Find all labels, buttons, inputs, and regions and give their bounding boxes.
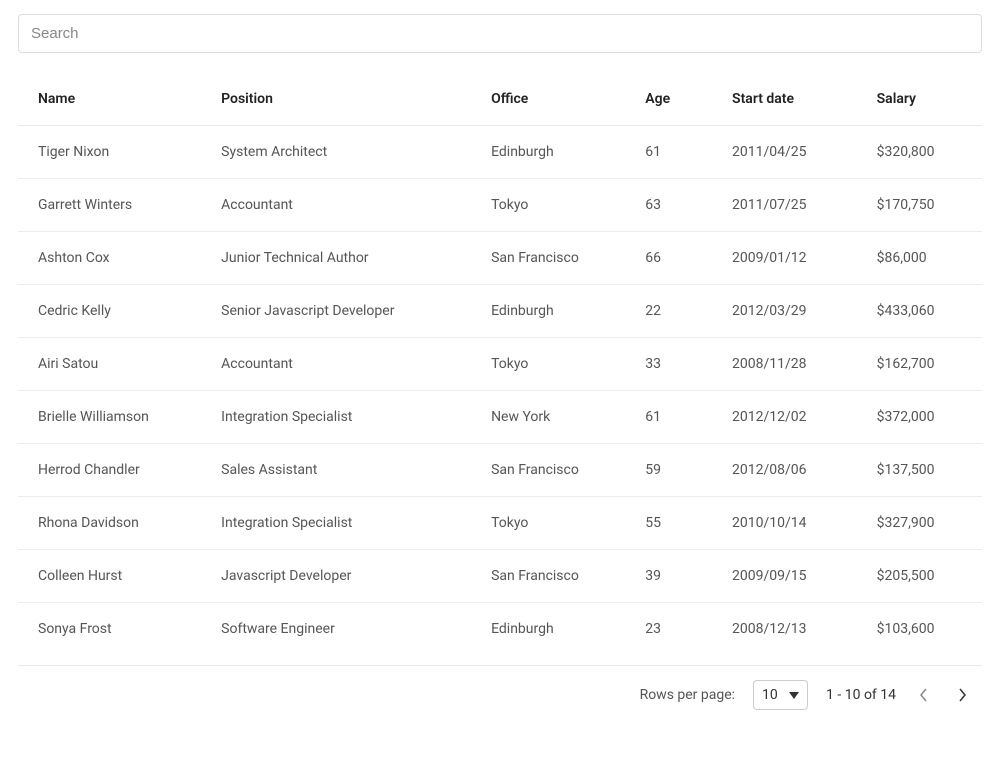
data-table-container: Name Position Office Age Start date Sala… [18, 73, 982, 714]
chevron-left-icon [920, 688, 928, 702]
cell-age: 61 [625, 126, 712, 179]
cell-age: 22 [625, 285, 712, 338]
table-row[interactable]: Herrod ChandlerSales AssistantSan Franci… [18, 444, 982, 497]
cell-name: Brielle Williamson [18, 391, 201, 444]
table-row[interactable]: Airi SatouAccountantTokyo332008/11/28$16… [18, 338, 982, 391]
cell-salary: $162,700 [857, 338, 982, 391]
cell-name: Cedric Kelly [18, 285, 201, 338]
cell-salary: $103,600 [857, 603, 982, 656]
cell-salary: $327,900 [857, 497, 982, 550]
column-header-startdate[interactable]: Start date [712, 73, 857, 126]
cell-age: 39 [625, 550, 712, 603]
cell-office: San Francisco [471, 550, 625, 603]
table-row[interactable]: Rhona DavidsonIntegration SpecialistToky… [18, 497, 982, 550]
cell-position: System Architect [201, 126, 471, 179]
cell-office: San Francisco [471, 232, 625, 285]
cell-start_date: 2008/12/13 [712, 603, 857, 656]
cell-office: Tokyo [471, 179, 625, 232]
cell-name: Herrod Chandler [18, 444, 201, 497]
cell-age: 23 [625, 603, 712, 656]
column-header-office[interactable]: Office [471, 73, 625, 126]
cell-start_date: 2009/09/15 [712, 550, 857, 603]
table-row[interactable]: Ashton CoxJunior Technical AuthorSan Fra… [18, 232, 982, 285]
next-page-button[interactable] [952, 684, 972, 706]
rows-per-page-label: Rows per page: [640, 687, 735, 703]
table-row[interactable]: Garrett WintersAccountantTokyo632011/07/… [18, 179, 982, 232]
cell-office: Edinburgh [471, 126, 625, 179]
cell-start_date: 2009/01/12 [712, 232, 857, 285]
chevron-right-icon [958, 688, 966, 702]
cell-start_date: 2012/03/29 [712, 285, 857, 338]
cell-name: Colleen Hurst [18, 550, 201, 603]
cell-age: 66 [625, 232, 712, 285]
cell-office: Tokyo [471, 338, 625, 391]
cell-age: 63 [625, 179, 712, 232]
cell-position: Software Engineer [201, 603, 471, 656]
column-header-position[interactable]: Position [201, 73, 471, 126]
pagination-range-info: 1 - 10 of 14 [826, 687, 896, 703]
cell-name: Airi Satou [18, 338, 201, 391]
table-row[interactable]: Cedric KellySenior Javascript DeveloperE… [18, 285, 982, 338]
cell-age: 59 [625, 444, 712, 497]
rows-per-page-select[interactable]: 10 [753, 680, 808, 710]
cell-office: San Francisco [471, 444, 625, 497]
cell-age: 61 [625, 391, 712, 444]
previous-page-button[interactable] [914, 684, 934, 706]
cell-position: Integration Specialist [201, 391, 471, 444]
cell-name: Tiger Nixon [18, 126, 201, 179]
cell-position: Senior Javascript Developer [201, 285, 471, 338]
cell-start_date: 2010/10/14 [712, 497, 857, 550]
column-header-salary[interactable]: Salary [857, 73, 982, 126]
cell-start_date: 2012/12/02 [712, 391, 857, 444]
table-header-row: Name Position Office Age Start date Sala… [18, 73, 982, 126]
cell-name: Rhona Davidson [18, 497, 201, 550]
cell-position: Junior Technical Author [201, 232, 471, 285]
cell-name: Garrett Winters [18, 179, 201, 232]
cell-salary: $86,000 [857, 232, 982, 285]
cell-age: 33 [625, 338, 712, 391]
cell-office: New York [471, 391, 625, 444]
table-row[interactable]: Colleen HurstJavascript DeveloperSan Fra… [18, 550, 982, 603]
cell-start_date: 2008/11/28 [712, 338, 857, 391]
cell-position: Sales Assistant [201, 444, 471, 497]
cell-age: 55 [625, 497, 712, 550]
column-header-age[interactable]: Age [625, 73, 712, 126]
cell-position: Accountant [201, 338, 471, 391]
table-row[interactable]: Sonya FrostSoftware EngineerEdinburgh232… [18, 603, 982, 656]
search-input[interactable] [18, 14, 982, 53]
cell-salary: $205,500 [857, 550, 982, 603]
cell-position: Integration Specialist [201, 497, 471, 550]
cell-position: Accountant [201, 179, 471, 232]
rows-per-page-value: 10 [762, 687, 778, 703]
cell-salary: $372,000 [857, 391, 982, 444]
caret-down-icon [789, 690, 799, 700]
cell-name: Ashton Cox [18, 232, 201, 285]
cell-office: Tokyo [471, 497, 625, 550]
cell-name: Sonya Frost [18, 603, 201, 656]
cell-start_date: 2011/07/25 [712, 179, 857, 232]
cell-salary: $137,500 [857, 444, 982, 497]
cell-start_date: 2011/04/25 [712, 126, 857, 179]
cell-salary: $433,060 [857, 285, 982, 338]
cell-office: Edinburgh [471, 285, 625, 338]
cell-salary: $170,750 [857, 179, 982, 232]
column-header-name[interactable]: Name [18, 73, 201, 126]
cell-salary: $320,800 [857, 126, 982, 179]
table-row[interactable]: Tiger NixonSystem ArchitectEdinburgh6120… [18, 126, 982, 179]
cell-position: Javascript Developer [201, 550, 471, 603]
pagination-bar: Rows per page: 10 1 - 10 of 14 [18, 666, 982, 714]
data-table: Name Position Office Age Start date Sala… [18, 73, 982, 655]
cell-start_date: 2012/08/06 [712, 444, 857, 497]
table-row[interactable]: Brielle WilliamsonIntegration Specialist… [18, 391, 982, 444]
cell-office: Edinburgh [471, 603, 625, 656]
